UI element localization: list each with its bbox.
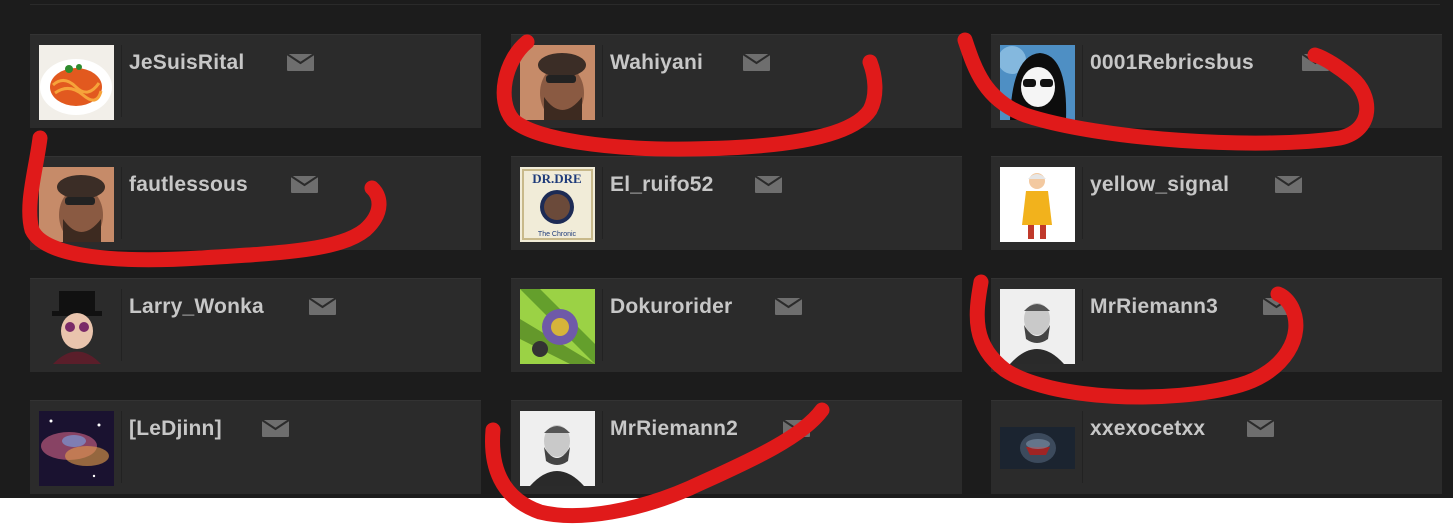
envelope-icon[interactable] (742, 53, 771, 71)
envelope-icon[interactable] (308, 297, 337, 315)
envelope-icon[interactable] (754, 175, 783, 193)
user-card[interactable]: MrRiemann3 (991, 278, 1442, 372)
card-separator (121, 411, 122, 483)
username-link[interactable]: El_ruifo52 (610, 173, 714, 197)
top-hat-character-avatar-icon[interactable] (39, 289, 114, 364)
bearded-man-cap-avatar-icon[interactable] (39, 167, 114, 242)
svg-text:The Chronic: The Chronic (538, 231, 577, 238)
envelope-icon[interactable] (782, 419, 811, 437)
user-card[interactable]: [LeDjinn] (30, 400, 481, 494)
card-separator (602, 289, 603, 361)
hooded-figure-sunglasses-avatar-icon[interactable] (1000, 45, 1075, 120)
envelope-icon[interactable] (1246, 419, 1275, 437)
user-card[interactable]: Dokurorider (511, 278, 962, 372)
card-separator (1082, 289, 1083, 361)
card-separator (121, 45, 122, 117)
envelope-icon[interactable] (1274, 175, 1303, 193)
username-link[interactable]: 0001Rebricsbus (1090, 51, 1254, 75)
friends-panel: JeSuisRital Wahiyani 0001Rebricsbus fautles… (0, 0, 1453, 498)
envelope-icon[interactable] (261, 419, 290, 437)
user-card[interactable]: MrRiemann2 (511, 400, 962, 494)
panel-divider (30, 4, 1440, 5)
card-separator (1082, 411, 1083, 483)
username-link[interactable]: Wahiyani (610, 51, 703, 75)
username-link[interactable]: fautlessous (129, 173, 248, 197)
envelope-icon[interactable] (286, 53, 315, 71)
card-separator (121, 167, 122, 239)
card-separator (602, 167, 603, 239)
monster-rider-green-avatar-icon[interactable] (520, 289, 595, 364)
user-card[interactable]: Wahiyani (511, 34, 962, 128)
card-separator (121, 289, 122, 361)
user-card[interactable]: Larry_Wonka (30, 278, 481, 372)
card-separator (602, 411, 603, 483)
dr-dre-album-avatar-icon[interactable]: DR.DRE The Chronic (520, 167, 595, 242)
cartoon-figure-yellow-coat-avatar-icon[interactable] (1000, 167, 1075, 242)
user-card[interactable]: yellow_signal (991, 156, 1442, 250)
username-link[interactable]: Larry_Wonka (129, 295, 264, 319)
svg-text:DR.DRE: DR.DRE (532, 171, 581, 186)
username-link[interactable]: Dokurorider (610, 295, 732, 319)
envelope-icon[interactable] (1301, 53, 1330, 71)
armored-helmet-dark-avatar-icon[interactable] (1000, 411, 1075, 486)
envelope-icon[interactable] (774, 297, 803, 315)
spaghetti-plate-avatar-icon[interactable] (39, 45, 114, 120)
bearded-man-cap-avatar-icon[interactable] (520, 45, 595, 120)
user-card[interactable]: fautlessous (30, 156, 481, 250)
username-link[interactable]: JeSuisRital (129, 51, 244, 75)
username-link[interactable]: [LeDjinn] (129, 417, 222, 441)
user-card[interactable]: 0001Rebricsbus (991, 34, 1442, 128)
envelope-icon[interactable] (1262, 297, 1291, 315)
bearded-scholar-portrait-avatar-icon[interactable] (520, 411, 595, 486)
username-link[interactable]: MrRiemann2 (610, 417, 738, 441)
username-link[interactable]: MrRiemann3 (1090, 295, 1218, 319)
card-separator (1082, 167, 1083, 239)
nebula-space-avatar-icon[interactable] (39, 411, 114, 486)
bearded-scholar-portrait-avatar-icon[interactable] (1000, 289, 1075, 364)
user-card[interactable]: JeSuisRital (30, 34, 481, 128)
username-link[interactable]: yellow_signal (1090, 173, 1229, 197)
user-card[interactable]: DR.DRE The Chronic El_ruifo52 (511, 156, 962, 250)
username-link[interactable]: xxexocetxx (1090, 417, 1205, 441)
card-separator (602, 45, 603, 117)
card-separator (1082, 45, 1083, 117)
user-card[interactable]: xxexocetxx (991, 400, 1442, 494)
envelope-icon[interactable] (290, 175, 319, 193)
